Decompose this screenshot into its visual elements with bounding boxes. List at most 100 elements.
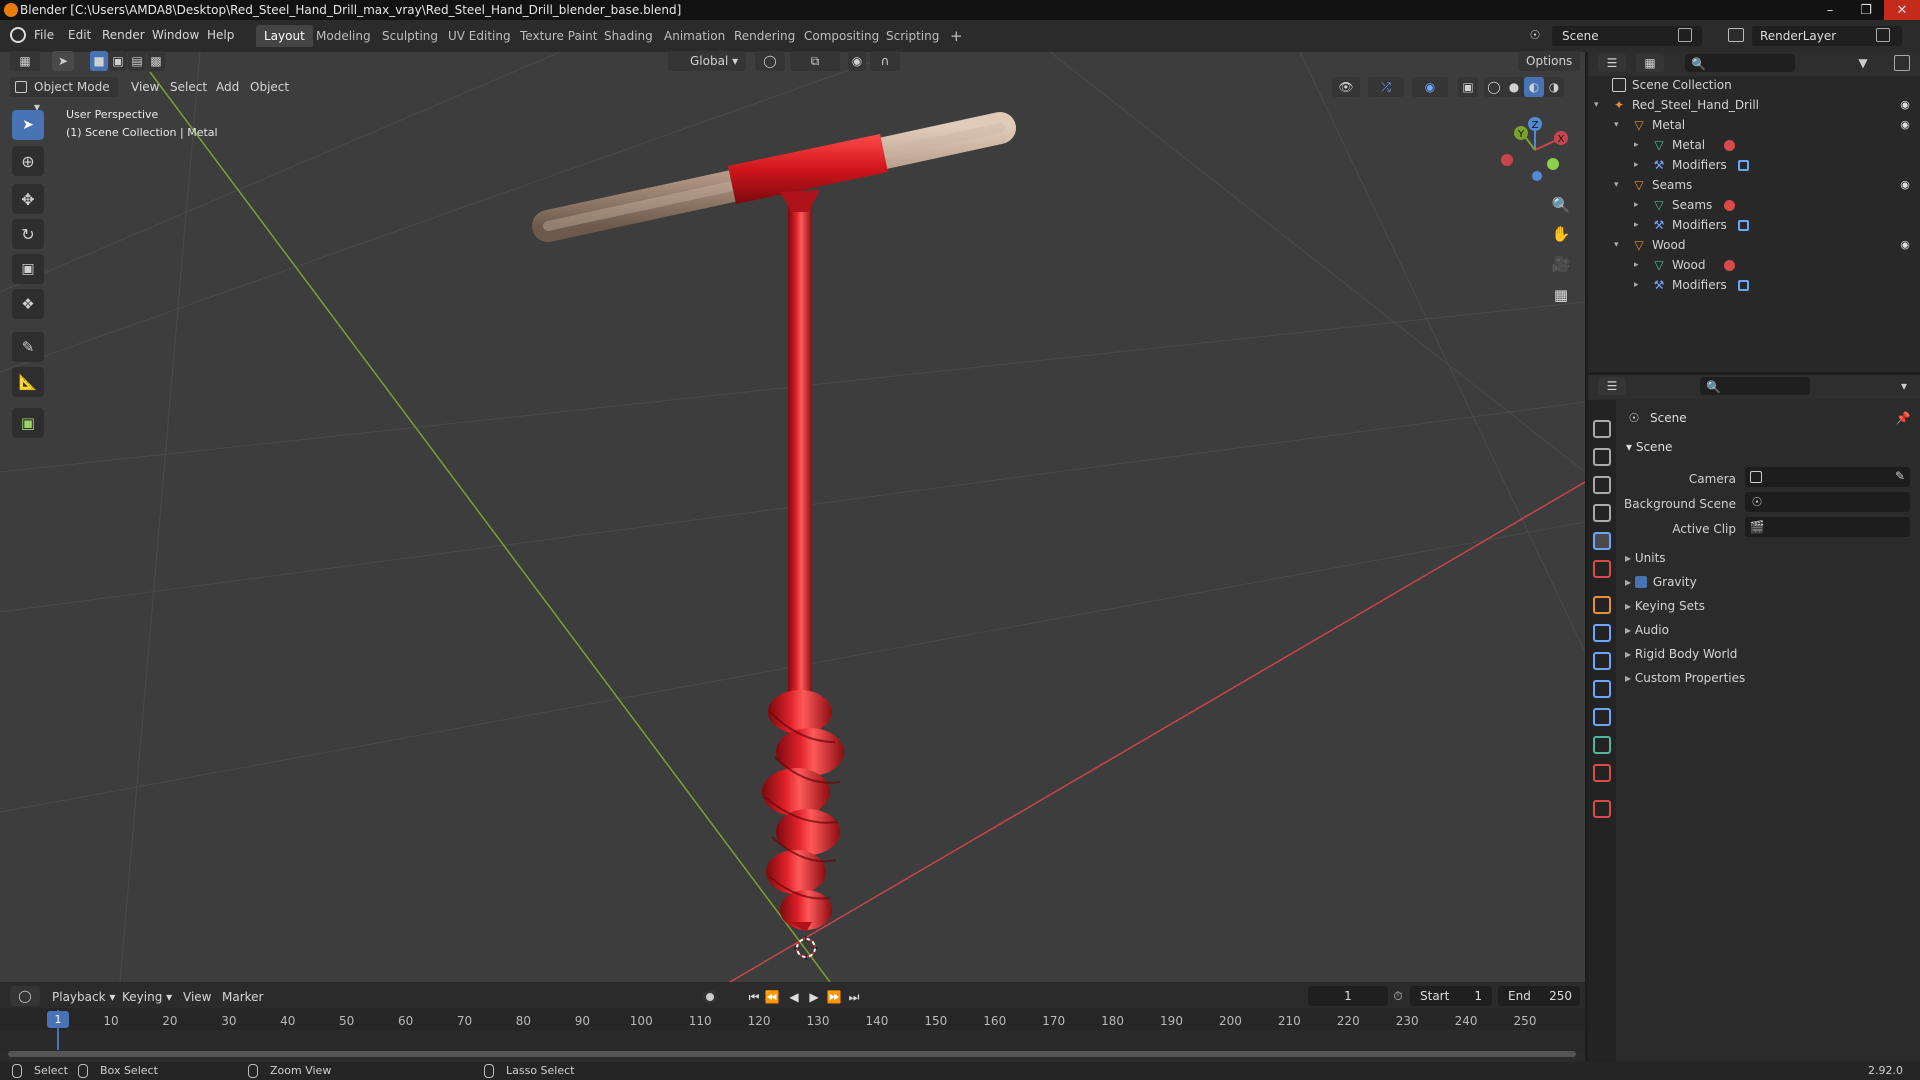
snap-icon[interactable]: ⧉	[790, 51, 840, 71]
select-subtract-icon[interactable]: ▤	[128, 51, 146, 71]
play-icon[interactable]: ▶	[806, 988, 822, 1006]
next-keyframe-icon[interactable]: ⏩	[826, 988, 842, 1006]
particles-tab-icon[interactable]	[1593, 652, 1611, 670]
rotate-tool[interactable]: ↻	[12, 219, 44, 249]
viewport-menu-object[interactable]: Object	[250, 80, 289, 94]
new-collection-icon[interactable]	[1894, 55, 1910, 71]
outliner-search[interactable]: 🔍	[1685, 54, 1795, 72]
expand-toggle-icon[interactable]: ▾	[1614, 235, 1619, 255]
editor-type-button[interactable]: ▦	[10, 51, 40, 71]
outliner-row[interactable]: ▸ ⚒ Modifiers	[1588, 155, 1920, 175]
select-new-icon[interactable]: ■	[90, 51, 108, 71]
current-frame-field[interactable]: 1	[1308, 986, 1388, 1006]
properties-options-icon[interactable]: ▾	[1896, 378, 1912, 394]
move-tool[interactable]: ✥	[12, 184, 44, 214]
modifier-visibility-icon[interactable]	[1738, 220, 1749, 231]
object-tab-icon[interactable]	[1593, 596, 1611, 614]
eye-visibility-icon[interactable]: ◉	[1898, 178, 1912, 192]
tab-sculpting[interactable]: Sculpting	[374, 25, 446, 47]
transform-tool[interactable]: ❖	[12, 289, 44, 319]
texture-tab-icon[interactable]	[1593, 800, 1611, 818]
add-workspace-button[interactable]: +	[942, 25, 971, 47]
eye-visibility-icon[interactable]: ◉	[1898, 238, 1912, 252]
play-reverse-icon[interactable]: ◀	[786, 988, 802, 1006]
transform-orientation-dropdown[interactable]: Global ▾	[668, 51, 746, 71]
falloff-icon[interactable]: ∩	[870, 51, 900, 71]
background-scene-field[interactable]	[1745, 492, 1910, 512]
filter-icon[interactable]: ▼	[1854, 55, 1872, 71]
pan-hand-icon[interactable]: ✋	[1550, 223, 1572, 245]
constraints-tab-icon[interactable]	[1593, 708, 1611, 726]
expand-toggle-icon[interactable]: ▸	[1634, 215, 1639, 235]
eye-visibility-icon[interactable]: ◉	[1898, 98, 1912, 112]
outliner-row[interactable]: ▾ ▽ Metal ◉	[1588, 115, 1920, 135]
timeline-scrollbar[interactable]	[8, 1051, 1576, 1057]
tab-rendering[interactable]: Rendering	[726, 25, 803, 47]
scene-tab-icon[interactable]	[1593, 532, 1611, 550]
options-dropdown[interactable]: Options ▾	[1518, 51, 1580, 88]
navigation-gizmo[interactable]: X Z Y	[1495, 112, 1575, 192]
stopwatch-icon[interactable]: ⏱	[1390, 988, 1406, 1004]
material-icon[interactable]	[1724, 200, 1735, 211]
solid-shading-icon[interactable]: ●	[1504, 77, 1524, 97]
modifier-visibility-icon[interactable]	[1738, 280, 1749, 291]
expand-toggle-icon[interactable]: ▾	[1594, 95, 1599, 115]
subpanel-header[interactable]: ▸ Custom Properties	[1625, 671, 1745, 685]
timeline-menu-marker[interactable]: Marker	[222, 990, 263, 1004]
minimize-icon[interactable]: –	[1812, 0, 1848, 20]
display-mode-icon[interactable]: ▦	[1636, 54, 1664, 72]
timeline-menu-playback[interactable]: Playback ▾	[52, 990, 115, 1004]
xray-icon[interactable]: ▣	[1458, 77, 1478, 97]
world-tab-icon[interactable]	[1593, 560, 1611, 578]
material-icon[interactable]	[1724, 260, 1735, 271]
viewport-menu-add[interactable]: Add	[216, 80, 239, 94]
3d-viewport[interactable]	[0, 52, 1585, 982]
outliner-row[interactable]: ▾ ▽ Wood ◉	[1588, 235, 1920, 255]
properties-editor-type-icon[interactable]: ☰	[1598, 377, 1626, 395]
modifier-visibility-icon[interactable]	[1738, 160, 1749, 171]
new-layer-icon[interactable]	[1876, 28, 1890, 42]
select-intersect-icon[interactable]: ▩	[147, 51, 165, 71]
expand-toggle-icon[interactable]: ▸	[1634, 155, 1639, 175]
tab-compositing[interactable]: Compositing	[796, 25, 887, 47]
material-tab-icon[interactable]	[1593, 764, 1611, 782]
outliner-row[interactable]: ▸ ▽ Wood	[1588, 255, 1920, 275]
menu-edit[interactable]: Edit	[68, 28, 91, 42]
prev-keyframe-icon[interactable]: ⏪	[764, 988, 780, 1006]
timeline-menu-keying[interactable]: Keying ▾	[122, 990, 172, 1004]
tab-modeling[interactable]: Modeling	[308, 25, 379, 47]
material-icon[interactable]	[1724, 140, 1735, 151]
material-shading-icon[interactable]: ◐	[1524, 77, 1544, 97]
output-tab-icon[interactable]	[1593, 476, 1611, 494]
gravity-checkbox[interactable]	[1634, 576, 1647, 588]
zoom-icon[interactable]: 🔍	[1550, 194, 1572, 216]
timeline-menu-view[interactable]: View	[183, 990, 211, 1004]
properties-search[interactable]: 🔍	[1700, 377, 1810, 395]
blender-menu-icon[interactable]	[10, 27, 26, 43]
tab-animation[interactable]: Animation	[656, 25, 733, 47]
start-frame-field[interactable]: Start 1	[1410, 986, 1492, 1006]
outliner-row[interactable]: ▸ ▽ Metal	[1588, 135, 1920, 155]
timeline-editor-type-icon[interactable]: ◯	[10, 986, 40, 1006]
overlay-toggle-icon[interactable]: ◉	[1412, 77, 1448, 97]
expand-toggle-icon[interactable]: ▸	[1634, 255, 1639, 275]
eye-visibility-icon[interactable]: ◉	[1898, 118, 1912, 132]
tab-layout[interactable]: Layout	[256, 25, 313, 47]
wireframe-shading-icon[interactable]: ◯	[1484, 77, 1504, 97]
outliner-row[interactable]: ▾ ✦ Red_Steel_Hand_Drill ◉	[1588, 95, 1920, 115]
outliner-editor-type-icon[interactable]: ☰	[1598, 54, 1626, 72]
select-mode-icon[interactable]: ➤	[52, 51, 74, 71]
physics-tab-icon[interactable]	[1593, 680, 1611, 698]
ortho-grid-icon[interactable]: ▦	[1550, 284, 1572, 306]
cursor-tool[interactable]: ⊕	[12, 146, 44, 176]
outliner-row[interactable]: ▸ ▽ Seams	[1588, 195, 1920, 215]
view-layer-tab-icon[interactable]	[1593, 504, 1611, 522]
scale-tool[interactable]: ▣	[12, 254, 44, 284]
expand-toggle-icon[interactable]: ▸	[1634, 275, 1639, 295]
tab-uv-editing[interactable]: UV Editing	[440, 25, 519, 47]
pin-icon[interactable]: 📌	[1896, 411, 1911, 425]
eyedropper-icon[interactable]: ✎	[1893, 469, 1907, 483]
subpanel-header[interactable]: ▸ Keying Sets	[1625, 599, 1705, 613]
menu-file[interactable]: File	[34, 28, 54, 42]
render-tab-icon[interactable]	[1593, 448, 1611, 466]
